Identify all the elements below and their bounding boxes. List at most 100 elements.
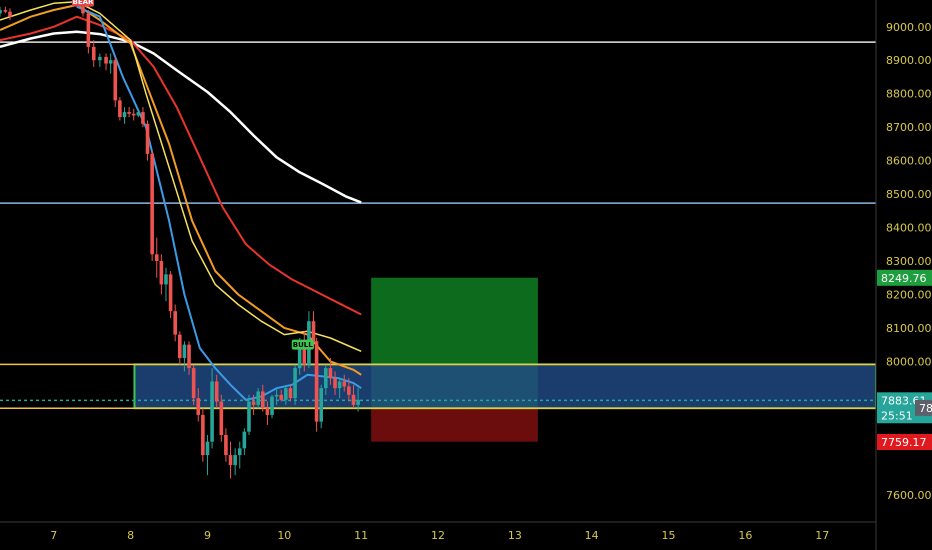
- candle-body: [351, 394, 356, 405]
- price-tick-label: 9000.00: [886, 21, 932, 34]
- candle-body: [242, 431, 247, 449]
- candle-16: [145, 120, 150, 161]
- price-tick-label: 8200.00: [886, 288, 932, 301]
- candle-body: [219, 401, 224, 435]
- candle-body: [164, 274, 168, 285]
- candle-body: [214, 381, 219, 402]
- candle-12: [127, 107, 131, 118]
- candle-35: [233, 448, 237, 476]
- candle-body: [210, 381, 214, 442]
- signal-tag-label: BULL: [293, 341, 313, 349]
- support-zone-layer: [133, 363, 877, 410]
- signal-tag-bull: BULL: [291, 339, 314, 350]
- candle-body: [342, 381, 347, 387]
- time-tick-label: 12: [431, 529, 445, 542]
- candle-body: [131, 113, 136, 116]
- candle-body: [0, 10, 2, 14]
- price-tick-label: 8100.00: [886, 322, 932, 335]
- candle-body: [324, 368, 328, 389]
- candle-body: [274, 394, 279, 397]
- candle-body: [201, 414, 205, 456]
- candle-23: [178, 331, 182, 365]
- signal-tag-bear: BEAR: [71, 0, 95, 7]
- time-tick-label: 13: [508, 529, 522, 542]
- candle-43: [270, 394, 274, 419]
- candle-body: [113, 60, 118, 101]
- candle-body: [91, 46, 96, 61]
- candle-body: [3, 10, 8, 12]
- candle-body: [8, 11, 12, 17]
- candle-body: [228, 455, 233, 466]
- price-chart[interactable]: BEAR BULL 9000.00 8900.00 8800.00 8700.00 860…: [0, 0, 932, 550]
- candle-17: [150, 150, 154, 261]
- time-axis-background: [0, 522, 932, 550]
- time-tick-label: 11: [354, 529, 368, 542]
- candle-body: [279, 394, 284, 400]
- candle-6: [98, 53, 102, 67]
- candle-body: [205, 441, 210, 456]
- candle-body: [118, 100, 122, 118]
- candle-21: [168, 271, 173, 318]
- price-tick-label: 8700.00: [886, 121, 932, 134]
- candle-body: [347, 386, 351, 395]
- candle-body: [284, 388, 288, 400]
- candle-1: [3, 6, 8, 14]
- support-zone-rectangle[interactable]: [133, 363, 877, 410]
- time-tick-label: 16: [738, 529, 752, 542]
- candle-body: [233, 455, 237, 466]
- candle-body: [270, 396, 274, 415]
- candle-body: [288, 388, 293, 399]
- candle-body: [182, 344, 187, 359]
- candle-33: [224, 428, 228, 462]
- candle-11: [122, 107, 127, 124]
- candle-53: [314, 337, 319, 432]
- candle-body: [314, 341, 319, 422]
- candle-body: [333, 378, 337, 389]
- candle-body: [251, 401, 256, 405]
- candle-body: [145, 123, 150, 154]
- price-badge-label: 25:51: [881, 409, 913, 422]
- candle-22: [173, 304, 177, 342]
- candle-body: [136, 112, 141, 116]
- candle-body: [247, 401, 251, 432]
- ema-100-line: [0, 15, 362, 316]
- candle-body: [141, 112, 145, 124]
- candle-body: [81, 6, 85, 14]
- candle-body: [98, 56, 102, 61]
- price-tick-label: 8800.00: [886, 88, 932, 101]
- candle-body: [86, 13, 91, 47]
- candle-body: [311, 321, 316, 342]
- candle-5: [91, 40, 96, 67]
- candle-body: [256, 391, 260, 405]
- candle-7: [104, 53, 108, 71]
- candle-body: [293, 368, 297, 399]
- candle-body: [237, 448, 242, 456]
- candle-29: [205, 435, 210, 476]
- candle-body: [187, 344, 191, 369]
- long-position-stop-area[interactable]: [371, 408, 538, 442]
- candle-body: [159, 261, 164, 285]
- candle-body: [328, 368, 333, 379]
- candle-28: [201, 408, 205, 462]
- candle-9: [113, 56, 118, 108]
- candle-36: [237, 441, 242, 469]
- candle-37: [242, 428, 247, 456]
- candle-8: [108, 53, 113, 74]
- candle-body: [168, 274, 173, 312]
- candle-4: [86, 10, 91, 54]
- candle-body: [196, 398, 201, 415]
- candle-body: [127, 112, 131, 114]
- candle-body: [265, 408, 270, 415]
- price-tick-label: 8300.00: [886, 255, 932, 268]
- candle-body: [191, 368, 196, 399]
- candle-body: [108, 60, 113, 64]
- time-tick-label: 17: [815, 529, 829, 542]
- candle-10: [118, 97, 122, 121]
- signal-tag-label: BEAR: [73, 0, 95, 6]
- time-tick-label: 10: [277, 529, 291, 542]
- time-tick-label: 15: [662, 529, 676, 542]
- price-tick-label: 8600.00: [886, 155, 932, 168]
- price-tick-label: 7600.00: [886, 489, 932, 502]
- chart-root: BEAR BULL 9000.00 8900.00 8800.00 8700.00 860…: [0, 0, 932, 550]
- price-tick-label: 8900.00: [886, 54, 932, 67]
